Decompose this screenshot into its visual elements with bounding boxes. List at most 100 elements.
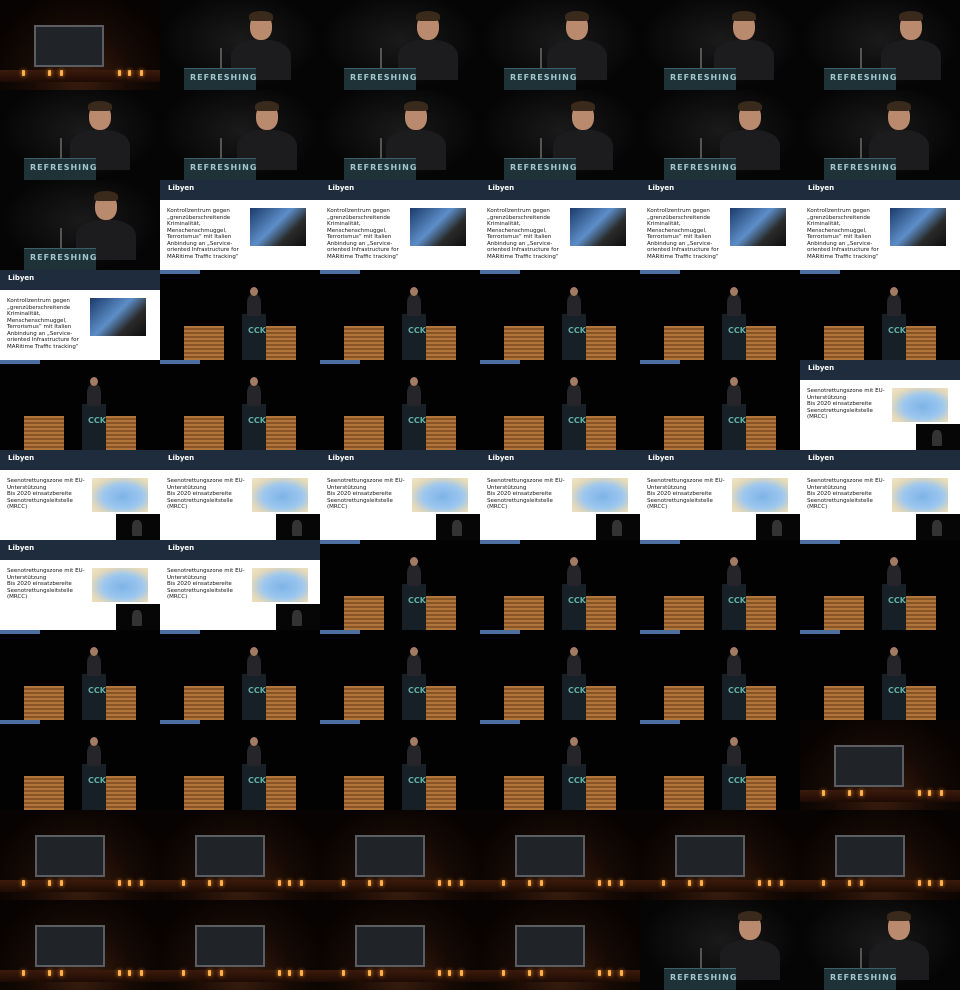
mediterranean-map bbox=[892, 388, 948, 422]
podium-logo: CCK bbox=[728, 596, 746, 605]
slide-text-line: oriented Infrastructure for bbox=[167, 247, 239, 253]
video-frame-thumbnail bbox=[0, 810, 160, 900]
video-frame-thumbnail: CCK bbox=[640, 360, 800, 450]
video-frame-thumbnail: Libyen Kontrollzentrum gegen „grenzübersch… bbox=[800, 180, 960, 270]
right-lectern bbox=[743, 416, 776, 450]
video-frame-thumbnail bbox=[480, 810, 640, 900]
slide-text-line: (MRCC) bbox=[167, 594, 188, 600]
right-lectern bbox=[583, 326, 616, 360]
podium-logo: CCK bbox=[88, 686, 106, 695]
video-frame-thumbnail: CCK bbox=[480, 630, 640, 720]
right-lectern bbox=[423, 686, 456, 720]
video-frame-thumbnail: CCK bbox=[320, 630, 480, 720]
left-lectern bbox=[184, 686, 224, 720]
speaker-figure bbox=[247, 737, 261, 766]
control-room-photo bbox=[890, 208, 946, 246]
stage-screen-edge bbox=[480, 540, 520, 544]
video-frame-thumbnail: CCK bbox=[160, 270, 320, 360]
candle-light bbox=[300, 880, 303, 886]
candle-light bbox=[528, 880, 531, 886]
slide-text-line: (MRCC) bbox=[7, 594, 28, 600]
mediterranean-map bbox=[252, 568, 308, 602]
slide-text-line: Seenotrettungszone mit EU- bbox=[7, 568, 85, 574]
left-lectern bbox=[344, 686, 384, 720]
mediterranean-map bbox=[92, 568, 148, 602]
video-frame-thumbnail: CCK bbox=[320, 540, 480, 630]
speaker-figure bbox=[407, 647, 421, 676]
speaker-inset bbox=[916, 514, 960, 540]
speaker-inset bbox=[436, 514, 480, 540]
speaker-inset bbox=[596, 514, 640, 540]
right-lectern bbox=[263, 326, 296, 360]
speaker-figure bbox=[247, 647, 261, 676]
slide-title: Libyen bbox=[808, 364, 835, 372]
projection-screen bbox=[675, 835, 745, 877]
mediterranean-map bbox=[92, 478, 148, 512]
slide-text-line: (MRCC) bbox=[647, 504, 668, 510]
slide-text: Seenotrettungszone mit EU- Unterstützung B… bbox=[807, 478, 889, 511]
slide-text-line: Seenotrettungszone mit EU- bbox=[487, 478, 565, 484]
left-lectern bbox=[24, 416, 64, 450]
center-podium: CCK bbox=[242, 404, 266, 450]
candle-light bbox=[342, 880, 345, 886]
podium-logo: CCK bbox=[728, 416, 746, 425]
right-lectern bbox=[903, 326, 936, 360]
left-lectern bbox=[184, 326, 224, 360]
video-frame-thumbnail: Libyen Seenotrettungszone mit EU- Unterstü… bbox=[800, 360, 960, 450]
candle-light bbox=[662, 880, 665, 886]
stage-screen-edge bbox=[320, 630, 360, 634]
speaker-podium: REFRESHING bbox=[184, 158, 256, 180]
video-frame-thumbnail: CCK bbox=[160, 720, 320, 810]
podium-sign: REFRESHING bbox=[830, 163, 898, 172]
speaker-inset bbox=[276, 604, 320, 630]
mediterranean-map bbox=[412, 478, 468, 512]
video-frame-thumbnail: CCK bbox=[480, 540, 640, 630]
speaker-figure bbox=[887, 287, 901, 316]
center-podium: CCK bbox=[242, 764, 266, 810]
candle-light bbox=[22, 880, 25, 886]
speaker-podium: REFRESHING bbox=[344, 158, 416, 180]
video-frame-thumbnail: REFRESHING bbox=[320, 0, 480, 90]
video-frame-thumbnail: Libyen Seenotrettungszone mit EU- Unterstü… bbox=[320, 450, 480, 540]
slide-text-line: Seenotrettungszone mit EU- bbox=[647, 478, 725, 484]
podium-logo: CCK bbox=[568, 596, 586, 605]
stage-screen-edge bbox=[640, 270, 680, 274]
projection-screen bbox=[515, 835, 585, 877]
slide-text-line: MARitime Traffic tracking“ bbox=[327, 253, 399, 260]
speaker-hair bbox=[94, 191, 118, 201]
slide-text-line: (MRCC) bbox=[7, 504, 28, 510]
projection-screen bbox=[835, 835, 905, 877]
stage-screen-edge bbox=[480, 360, 520, 364]
left-lectern bbox=[504, 416, 544, 450]
speaker-hair bbox=[88, 101, 112, 111]
video-frame-thumbnail: Libyen Seenotrettungszone mit EU- Unterstü… bbox=[480, 450, 640, 540]
speaker-podium: REFRESHING bbox=[824, 968, 896, 990]
candle-light bbox=[300, 970, 303, 976]
candle-light bbox=[928, 790, 931, 796]
center-podium: CCK bbox=[402, 314, 426, 360]
podium-logo: CCK bbox=[88, 416, 106, 425]
candle-light bbox=[278, 880, 281, 886]
candle-light bbox=[48, 970, 51, 976]
right-lectern bbox=[583, 416, 616, 450]
right-lectern bbox=[263, 776, 296, 810]
candle-light bbox=[118, 70, 121, 76]
speaker-hair bbox=[565, 11, 589, 21]
podium-sign: REFRESHING bbox=[510, 163, 578, 172]
slide-title: Libyen bbox=[168, 454, 195, 462]
slide-title: Libyen bbox=[8, 454, 35, 462]
left-lectern bbox=[184, 416, 224, 450]
speaker-figure bbox=[567, 737, 581, 766]
podium-logo: CCK bbox=[888, 326, 906, 335]
video-frame-thumbnail: Libyen Kontrollzentrum gegen „grenzübersch… bbox=[160, 180, 320, 270]
slide-title: Libyen bbox=[488, 184, 515, 192]
video-frame-thumbnail: REFRESHING bbox=[320, 90, 480, 180]
right-lectern bbox=[103, 686, 136, 720]
left-lectern bbox=[824, 596, 864, 630]
speaker-podium: REFRESHING bbox=[504, 158, 576, 180]
left-lectern bbox=[344, 596, 384, 630]
center-podium: CCK bbox=[722, 674, 746, 720]
podium-sign: REFRESHING bbox=[670, 73, 738, 82]
thumbnail-contact-sheet: REFRESHING REFRESHING REFRESHING REFRESHING… bbox=[0, 0, 960, 990]
slide-text-line: oriented Infrastructure for bbox=[487, 247, 559, 253]
